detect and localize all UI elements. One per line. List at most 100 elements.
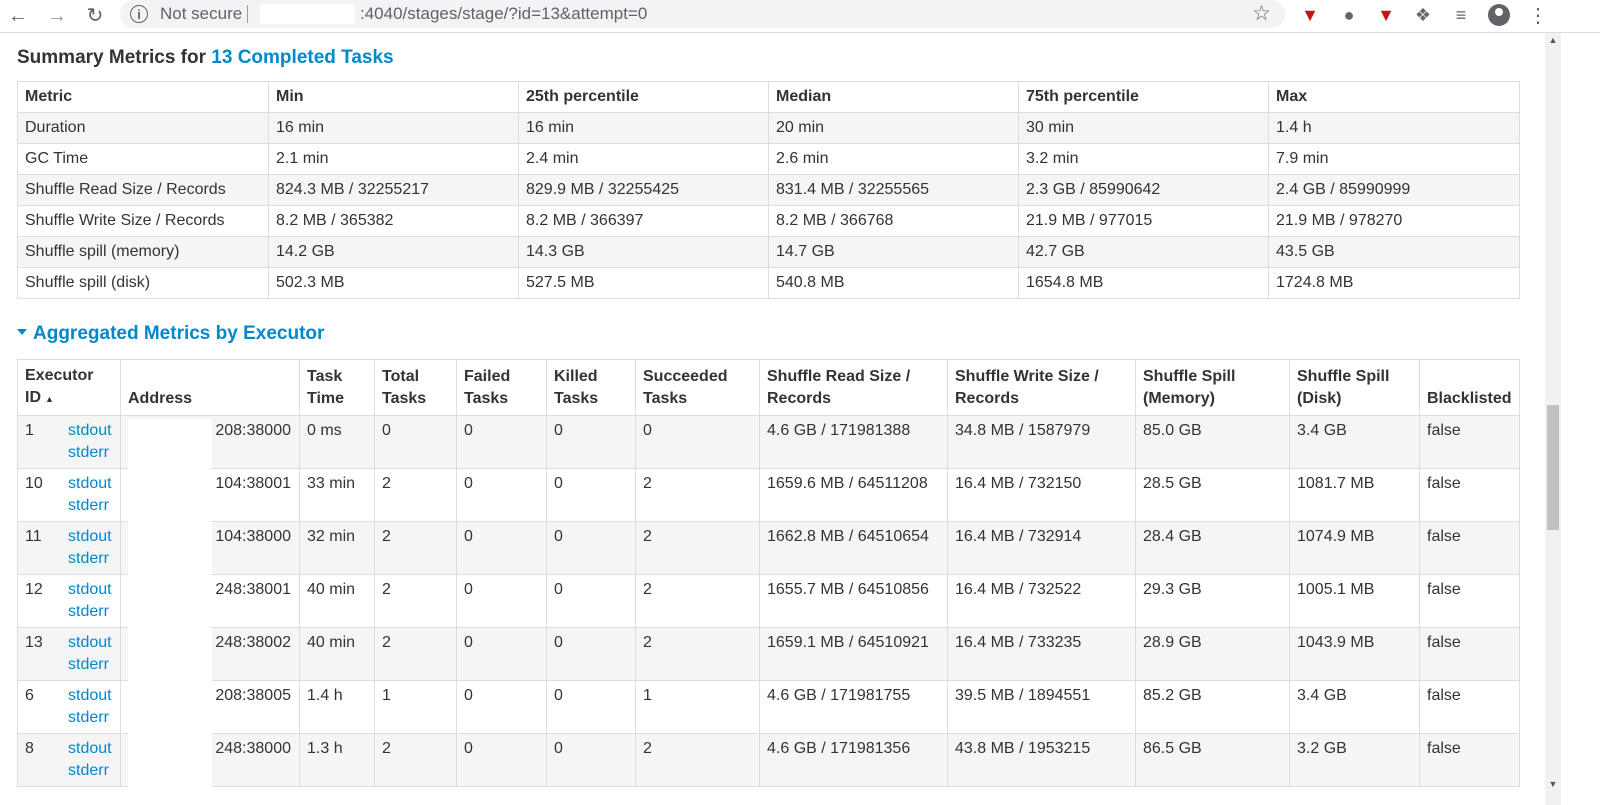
header-spill-disk[interactable]: Shuffle Spill (Disk) xyxy=(1289,359,1420,416)
summary-heading: Summary Metrics for 13 Completed Tasks xyxy=(17,45,1519,71)
summary-metric-value: 21.9 MB / 978270 xyxy=(1268,205,1520,237)
kebab-menu-icon[interactable]: ⋮ xyxy=(1528,3,1548,28)
succeeded-tasks: 2 xyxy=(635,521,760,575)
sort-ascending-icon[interactable]: ▲ xyxy=(45,394,54,404)
header-total-tasks[interactable]: Total Tasks xyxy=(374,359,457,416)
spill-disk: 1081.7 MB xyxy=(1289,468,1420,522)
info-icon[interactable]: i xyxy=(130,5,148,23)
shuffle-write: 16.4 MB / 732522 xyxy=(947,574,1136,628)
spill-disk: 3.2 GB xyxy=(1289,733,1420,787)
shuffle-write: 34.8 MB / 1587979 xyxy=(947,415,1136,469)
aggregated-metrics-toggle[interactable]: Aggregated Metrics by Executor xyxy=(17,321,1519,347)
header-task-time[interactable]: Task Time xyxy=(299,359,375,416)
header-killed-tasks[interactable]: Killed Tasks xyxy=(546,359,636,416)
header-shuffle-read[interactable]: Shuffle Read Size / Records xyxy=(759,359,948,416)
summary-metric-value: 21.9 MB / 977015 xyxy=(1018,205,1269,237)
executor-row: 8 stdout stderr 248:38000 1.3 h 2 0 0 2 4.6 GB / … xyxy=(17,733,1520,787)
mcafee-shield-icon[interactable]: ▼ xyxy=(1299,4,1321,26)
redacted-host xyxy=(260,4,355,24)
log-links: stdout stderr xyxy=(68,685,112,729)
reload-icon[interactable]: ↻ xyxy=(82,3,108,29)
stdout-link[interactable]: stdout xyxy=(68,420,112,442)
blacklisted: false xyxy=(1419,680,1520,734)
header-spill-memory[interactable]: Shuffle Spill (Memory) xyxy=(1135,359,1290,416)
stdout-link[interactable]: stdout xyxy=(68,473,112,495)
executor-id-cell: 12 stdout stderr xyxy=(17,574,121,628)
url-text[interactable]: :4040/stages/stage/?id=13&attempt=0 xyxy=(360,4,647,24)
blacklisted: false xyxy=(1419,627,1520,681)
stderr-link[interactable]: stderr xyxy=(68,707,112,729)
circle-extension-icon[interactable]: ● xyxy=(1338,4,1360,26)
shuffle-read: 4.6 GB / 171981356 xyxy=(759,733,948,787)
page-scrollbar[interactable]: ▲ ▼ xyxy=(1545,33,1561,805)
stderr-link[interactable]: stderr xyxy=(68,654,112,676)
failed-tasks: 0 xyxy=(456,627,547,681)
scroll-up-arrow-icon[interactable]: ▲ xyxy=(1545,33,1561,47)
spill-disk: 3.4 GB xyxy=(1289,415,1420,469)
executor-id: 11 xyxy=(25,528,42,545)
header-executor-id[interactable]: Executor ID ▲ xyxy=(17,359,121,416)
stderr-link[interactable]: stderr xyxy=(68,442,112,464)
stdout-link[interactable]: stdout xyxy=(68,738,112,760)
address-bar[interactable]: i Not secure :4040/stages/stage/?id=13&a… xyxy=(120,0,1285,28)
stderr-link[interactable]: stderr xyxy=(68,495,112,517)
task-time: 33 min xyxy=(299,468,375,522)
stdout-link[interactable]: stdout xyxy=(68,526,112,548)
killed-tasks: 0 xyxy=(546,574,636,628)
stdout-link[interactable]: stdout xyxy=(68,685,112,707)
shuffle-read: 4.6 GB / 171981755 xyxy=(759,680,948,734)
bookmark-star-icon[interactable]: ☆ xyxy=(1252,1,1271,26)
profile-avatar-icon[interactable] xyxy=(1488,4,1510,26)
not-secure-label[interactable]: Not secure xyxy=(160,4,242,24)
completed-tasks-link[interactable]: 13 Completed Tasks xyxy=(211,47,393,68)
shuffle-read: 1659.6 MB / 64511208 xyxy=(759,468,948,522)
killed-tasks: 0 xyxy=(546,468,636,522)
summary-metric-value: 2.3 GB / 85990642 xyxy=(1018,174,1269,206)
executor-id-cell: 6 stdout stderr xyxy=(17,680,121,734)
executor-row: 10 stdout stderr 104:38001 33 min 2 0 0 2 1659.6 … xyxy=(17,468,1520,522)
header-executor-id-label[interactable]: Executor ID xyxy=(25,367,93,406)
shuffle-read: 1662.8 MB / 64510654 xyxy=(759,521,948,575)
killed-tasks: 0 xyxy=(546,415,636,469)
stderr-link[interactable]: stderr xyxy=(68,760,112,782)
stdout-link[interactable]: stdout xyxy=(68,579,112,601)
failed-tasks: 0 xyxy=(456,468,547,522)
blacklisted: false xyxy=(1419,733,1520,787)
aggregated-metrics-title[interactable]: Aggregated Metrics by Executor xyxy=(33,323,324,344)
shuffle-write: 39.5 MB / 1894551 xyxy=(947,680,1136,734)
header-address[interactable]: Address xyxy=(120,359,300,416)
summary-header-min: Min xyxy=(268,81,519,113)
blacklisted: false xyxy=(1419,468,1520,522)
mcafee-shield-icon[interactable]: ▼ xyxy=(1375,4,1397,26)
summary-row: Shuffle spill (memory) 14.2 GB 14.3 GB 14.7… xyxy=(17,236,1520,268)
total-tasks: 1 xyxy=(374,680,457,734)
puzzle-extensions-icon[interactable]: ❖ xyxy=(1412,4,1434,26)
header-shuffle-write[interactable]: Shuffle Write Size / Records xyxy=(947,359,1136,416)
failed-tasks: 0 xyxy=(456,680,547,734)
header-failed-tasks[interactable]: Failed Tasks xyxy=(456,359,547,416)
summary-metrics-table: Metric Min 25th percentile Median 75th p… xyxy=(17,81,1520,299)
media-queue-icon[interactable]: ≡ xyxy=(1450,4,1472,26)
stderr-link[interactable]: stderr xyxy=(68,548,112,570)
killed-tasks: 0 xyxy=(546,680,636,734)
executor-id: 6 xyxy=(25,687,34,704)
summary-metric-value: 831.4 MB / 32255565 xyxy=(768,174,1019,206)
scrollbar-thumb[interactable] xyxy=(1547,405,1559,530)
collapse-arrow-icon[interactable] xyxy=(17,328,27,335)
log-links: stdout stderr xyxy=(68,579,112,623)
executor-id: 10 xyxy=(25,475,43,492)
stdout-link[interactable]: stdout xyxy=(68,632,112,654)
forward-arrow-icon[interactable]: → xyxy=(44,3,70,29)
stderr-link[interactable]: stderr xyxy=(68,601,112,623)
back-arrow-icon[interactable]: ← xyxy=(5,3,31,29)
header-blacklisted[interactable]: Blacklisted xyxy=(1419,359,1520,416)
blacklisted: false xyxy=(1419,521,1520,575)
summary-row: Shuffle spill (disk) 502.3 MB 527.5 MB 540.… xyxy=(17,267,1520,299)
spill-memory: 28.9 GB xyxy=(1135,627,1290,681)
spill-disk: 1043.9 MB xyxy=(1289,627,1420,681)
summary-row: GC Time 2.1 min 2.4 min 2.6 min 3.2 min 7.9 m… xyxy=(17,143,1520,175)
failed-tasks: 0 xyxy=(456,415,547,469)
header-succeeded-tasks[interactable]: Succeeded Tasks xyxy=(635,359,760,416)
scroll-down-arrow-icon[interactable]: ▼ xyxy=(1545,777,1561,791)
executor-id: 13 xyxy=(25,634,43,651)
